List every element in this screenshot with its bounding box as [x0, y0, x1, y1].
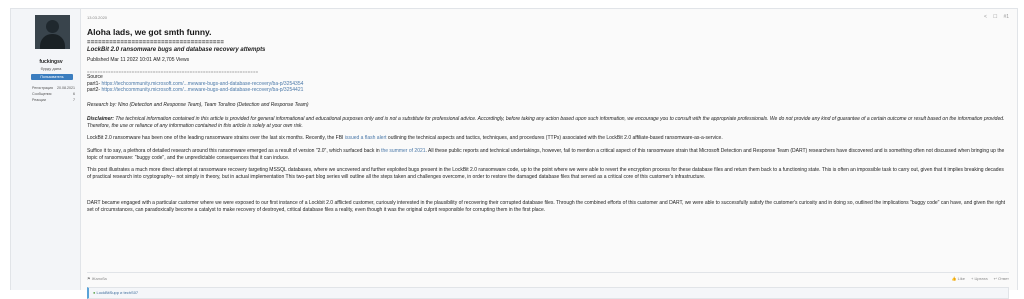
- p1-text-b: outlining the technical aspects and tact…: [386, 135, 723, 142]
- user-badge: Пользователь: [31, 74, 73, 80]
- post-content: Aloha lads, we got smth funny. =========…: [87, 27, 1009, 214]
- reactions-users: LockBitSupp и techS07: [96, 290, 139, 295]
- paragraph-1: LockBit 2.0 ransomware has been one of t…: [87, 135, 1009, 142]
- source-line-2: part2- https://techcommunity.microsoft.c…: [87, 87, 1009, 94]
- article-subtitle: LockBit 2.0 ransomware bugs and database…: [87, 47, 266, 53]
- stat-registration: Регистрация 20.08.2021: [32, 86, 75, 90]
- bookmark-icon[interactable]: ☐: [993, 14, 997, 20]
- avatar-body: [40, 34, 65, 49]
- reply-label: Ответ: [998, 276, 1009, 281]
- p1-text-a: LockBit 2.0 ransomware has been one of t…: [87, 135, 345, 142]
- disclaimer-label: Disclaimer:: [87, 115, 114, 122]
- source-block: Source part1- https://techcommunity.micr…: [87, 74, 1009, 94]
- stat-label: Регистрация: [32, 86, 54, 90]
- stat-value: 20.08.2021: [57, 86, 75, 90]
- research-credit: Research by: Nino (Detection and Respons…: [87, 101, 309, 108]
- stat-reactions: Реакции 7: [32, 98, 75, 102]
- source-link-2[interactable]: https://techcommunity.microsoft.com/...m…: [101, 87, 303, 93]
- avatar-head: [46, 20, 59, 33]
- user-sidebar: fuckingsv бурду дана Пользователь Регист…: [11, 9, 81, 290]
- user-title: бурду дана: [40, 66, 62, 71]
- post-actions: < ☐ #1: [984, 14, 1009, 20]
- share-icon[interactable]: <: [984, 14, 987, 20]
- post-title: Aloha lads, we got smth funny.: [87, 27, 212, 37]
- reaction-icon: ●: [93, 290, 96, 295]
- source-label: Source: [87, 74, 103, 80]
- source-line-1: part1- https://techcommunity.microsoft.c…: [87, 81, 1009, 88]
- post-body: 13.03.2020 < ☐ #1 Aloha lads, we got smt…: [81, 9, 1017, 299]
- reply-button[interactable]: ↩ Ответ: [994, 276, 1009, 281]
- stat-messages: Сообщения 6: [32, 92, 75, 96]
- reactions-bar[interactable]: ● LockBitSupp и techS07: [87, 287, 1009, 299]
- like-button[interactable]: 👍 Like: [952, 276, 965, 281]
- source-link-1[interactable]: https://techcommunity.microsoft.com/...m…: [101, 81, 303, 87]
- stat-value: 7: [73, 98, 75, 102]
- avatar[interactable]: [35, 15, 70, 49]
- post-container: fuckingsv бурду дана Пользователь Регист…: [10, 8, 1018, 299]
- stat-label: Реакции: [32, 98, 46, 102]
- stat-value: 6: [73, 92, 75, 96]
- published-info: Published Mar 11 2022 10:01 AM 2,705 Vie…: [87, 57, 190, 63]
- p2-text-a: Suffice it to say, a plethora of detaile…: [87, 147, 382, 154]
- post-footer: ⚑ Жалоба 👍 Like + Цитата ↩ Ответ: [87, 272, 1009, 281]
- summer-2021-link[interactable]: the summer of 2021: [381, 148, 425, 154]
- report-link[interactable]: ⚑ Жалоба: [87, 276, 107, 281]
- source-prefix: part1-: [87, 80, 102, 87]
- report-label: Жалоба: [91, 276, 107, 281]
- quote-button[interactable]: + Цитата: [971, 276, 988, 281]
- paragraph-4: DART became engaged with a particular cu…: [87, 200, 1006, 214]
- post-date[interactable]: 13.03.2020: [87, 15, 107, 20]
- post-number[interactable]: #1: [1003, 14, 1009, 20]
- footer-actions: 👍 Like + Цитата ↩ Ответ: [952, 276, 1009, 281]
- disclaimer-text: The technical information contained in t…: [87, 115, 1005, 129]
- paragraph-3: This post illustrates a much more direct…: [87, 167, 1004, 181]
- source-prefix: part2-: [87, 87, 102, 94]
- disclaimer: Disclaimer: The technical information co…: [87, 116, 1009, 130]
- paragraph-2: Suffice it to say, a plethora of detaile…: [87, 148, 1009, 162]
- username[interactable]: fuckingsv: [11, 59, 81, 65]
- separator: =====================================: [87, 40, 225, 46]
- flash-alert-link[interactable]: issued a flash alert: [345, 135, 387, 141]
- like-label: Like: [957, 276, 965, 281]
- stat-label: Сообщения: [32, 92, 52, 96]
